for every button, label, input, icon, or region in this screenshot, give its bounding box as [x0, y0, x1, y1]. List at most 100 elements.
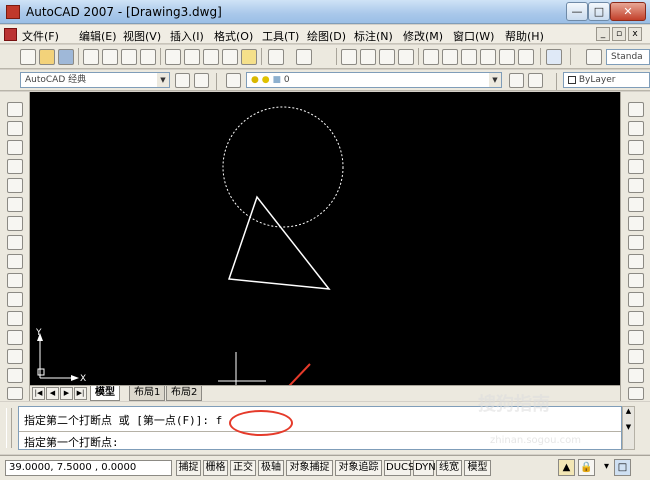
save-workspace-icon[interactable] [194, 73, 209, 88]
properties-icon[interactable] [423, 49, 439, 65]
make-block-icon[interactable] [7, 330, 23, 345]
zoom-previous-icon[interactable] [398, 49, 414, 65]
clean-screen-icon[interactable]: □ [614, 459, 631, 476]
ortho-toggle[interactable]: 正交 [230, 460, 256, 476]
command-prompt[interactable]: 指定第一个打断点: [24, 434, 119, 450]
menu-modify[interactable]: 修改(M) [403, 28, 443, 44]
tab-model[interactable]: 模型 [90, 386, 120, 401]
break-icon[interactable] [628, 330, 644, 345]
workspace-settings-icon[interactable] [175, 73, 190, 88]
point-icon[interactable] [7, 349, 23, 364]
match-properties-icon[interactable] [222, 49, 238, 65]
construction-line-icon[interactable] [7, 121, 23, 136]
gradient-icon[interactable] [7, 387, 23, 400]
layer-previous-icon[interactable] [528, 73, 543, 88]
command-scrollbar[interactable]: ▲ ▼ [622, 406, 635, 450]
layer-combo[interactable]: ● ● ■ 0 ▼ [246, 72, 502, 88]
ellipse-icon[interactable] [7, 273, 23, 288]
workspace-combo[interactable]: AutoCAD 经典 ▼ [20, 72, 170, 88]
copy-icon[interactable] [184, 49, 200, 65]
publish-icon[interactable] [121, 49, 137, 65]
menu-insert[interactable]: 插入(I) [170, 28, 204, 44]
layer-manager-icon[interactable] [226, 73, 241, 88]
autocad-app-icon[interactable] [6, 5, 20, 19]
markup-icon[interactable] [499, 49, 515, 65]
tool-palettes-icon[interactable] [461, 49, 477, 65]
move-icon[interactable] [628, 197, 644, 212]
polar-toggle[interactable]: 极轴 [258, 460, 284, 476]
osnap-toggle[interactable]: 对象捕捉 [286, 460, 333, 476]
prev-tab-button[interactable]: ◀ [46, 387, 59, 400]
mirror-icon[interactable] [628, 140, 644, 155]
menu-format[interactable]: 格式(O) [214, 28, 253, 44]
doc-close-button[interactable]: x [628, 27, 642, 41]
revision-cloud-icon[interactable] [7, 235, 23, 250]
menu-view[interactable]: 视图(V) [123, 28, 161, 44]
erase-icon[interactable] [628, 102, 644, 117]
fillet-icon[interactable] [628, 387, 644, 400]
menu-dimension[interactable]: 标注(N) [354, 28, 393, 44]
paste-icon[interactable] [203, 49, 219, 65]
offset-icon[interactable] [628, 159, 644, 174]
rotate-icon[interactable] [628, 216, 644, 231]
join-icon[interactable] [628, 349, 644, 364]
dyn-toggle[interactable]: DYN [413, 460, 436, 476]
maximize-button[interactable]: □ [588, 2, 610, 21]
polygon-icon[interactable] [7, 159, 23, 174]
open-icon[interactable] [39, 49, 55, 65]
pan-icon[interactable] [341, 49, 357, 65]
undo-icon[interactable] [268, 49, 284, 65]
lineweight-toggle[interactable]: 线宽 [436, 460, 462, 476]
last-tab-button[interactable]: ▶| [74, 387, 87, 400]
plot-preview-icon[interactable] [102, 49, 118, 65]
sheet-set-icon[interactable] [480, 49, 496, 65]
circle-icon[interactable] [7, 216, 23, 231]
text-style-icon[interactable] [586, 49, 602, 65]
scale-icon[interactable] [628, 235, 644, 250]
help-icon[interactable] [546, 49, 562, 65]
new-icon[interactable] [20, 49, 36, 65]
text-style-combo[interactable]: Standa [606, 49, 650, 65]
3d-dwf-icon[interactable] [140, 49, 156, 65]
first-tab-button[interactable]: |◀ [32, 387, 45, 400]
line-icon[interactable] [7, 102, 23, 117]
menu-file[interactable]: 文件(F) [22, 28, 59, 44]
menu-tools[interactable]: 工具(T) [262, 28, 299, 44]
break-at-point-icon[interactable] [628, 311, 644, 326]
redo-icon[interactable] [296, 49, 312, 65]
menu-window[interactable]: 窗口(W) [453, 28, 494, 44]
save-icon[interactable] [58, 49, 74, 65]
triangle[interactable] [227, 195, 331, 290]
arc-icon[interactable] [7, 197, 23, 212]
trim-icon[interactable] [628, 273, 644, 288]
doc-minimize-button[interactable]: _ [596, 27, 610, 41]
command-grip[interactable] [6, 408, 12, 448]
design-center-icon[interactable] [442, 49, 458, 65]
spline-icon[interactable] [7, 254, 23, 269]
ducs-toggle[interactable]: DUCS [384, 460, 414, 476]
cut-icon[interactable] [165, 49, 181, 65]
polyline-icon[interactable] [7, 140, 23, 155]
model-space-toggle[interactable]: 模型 [464, 460, 491, 476]
calculator-icon[interactable] [518, 49, 534, 65]
communication-center-icon[interactable]: ▲ [558, 459, 575, 476]
color-combo[interactable]: ByLayer [563, 72, 650, 88]
extend-icon[interactable] [628, 292, 644, 307]
plot-icon[interactable] [83, 49, 99, 65]
grid-toggle[interactable]: 栅格 [203, 460, 228, 476]
drawing-canvas[interactable]: Y X [30, 92, 620, 385]
coordinate-readout[interactable]: 39.0000, 7.5000 , 0.0000 [5, 460, 172, 476]
tab-layout1[interactable]: 布局1 [129, 386, 166, 401]
copy-object-icon[interactable] [628, 121, 644, 136]
otrack-toggle[interactable]: 对象追踪 [335, 460, 382, 476]
next-tab-button[interactable]: ▶ [60, 387, 73, 400]
menu-help[interactable]: 帮助(H) [505, 28, 544, 44]
status-menu-arrow-icon[interactable]: ▾ [598, 459, 615, 476]
selected-circle[interactable] [222, 106, 344, 228]
make-current-icon[interactable] [509, 73, 524, 88]
tab-layout2[interactable]: 布局2 [166, 386, 203, 401]
menu-edit[interactable]: 编辑(E) [79, 28, 117, 44]
doc-restore-button[interactable]: ▫ [612, 27, 626, 41]
snap-toggle[interactable]: 捕捉 [176, 460, 201, 476]
menu-draw[interactable]: 绘图(D) [307, 28, 346, 44]
